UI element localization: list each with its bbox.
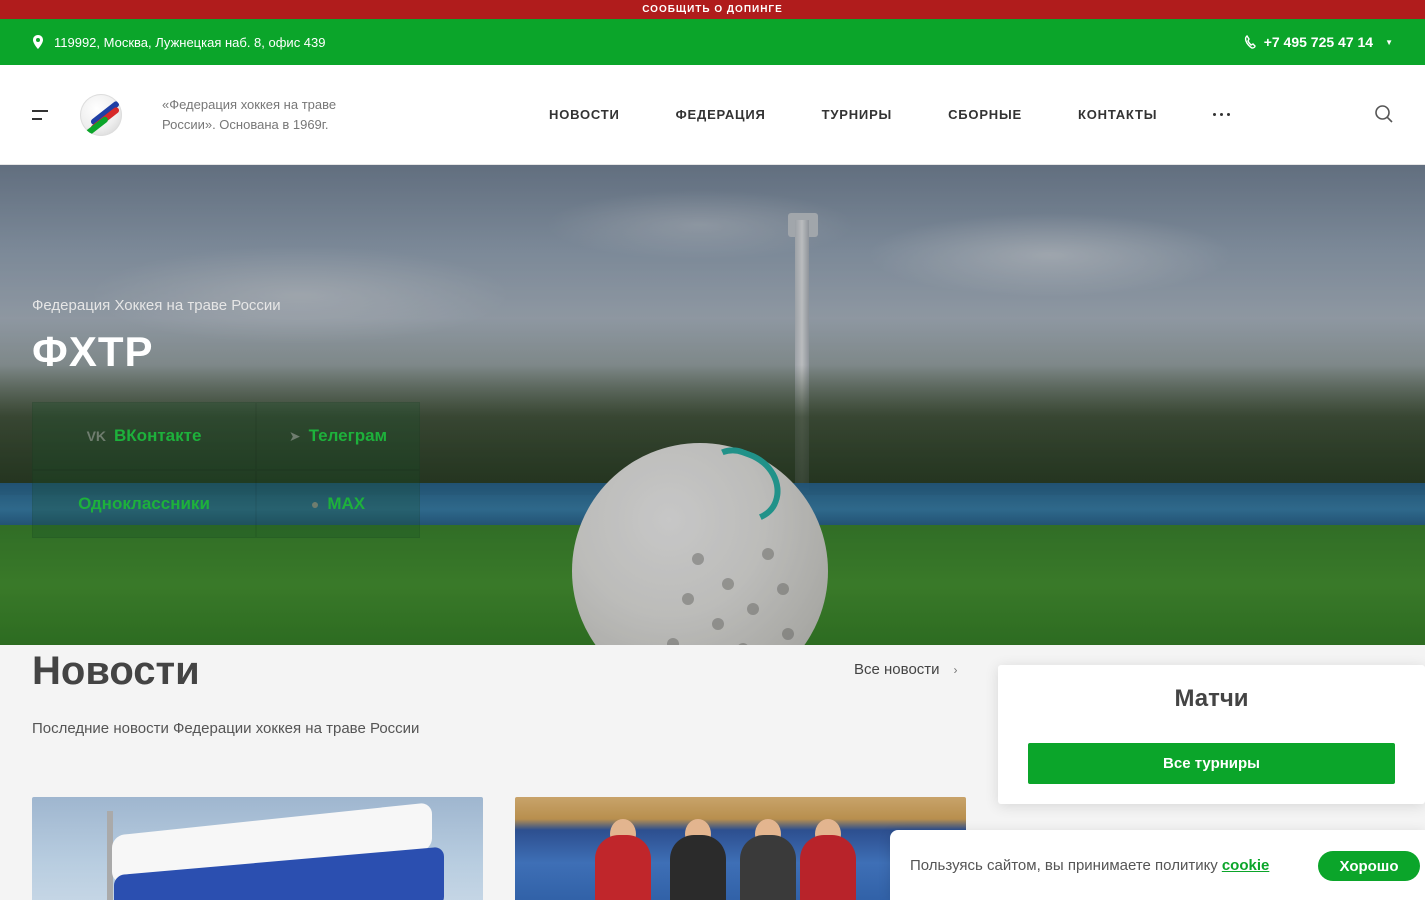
search-icon[interactable] bbox=[1375, 105, 1393, 123]
phone-number[interactable]: +7 495 725 47 14 bbox=[1264, 34, 1373, 50]
address-text: 119992, Москва, Лужнецкая наб. 8, офис 4… bbox=[54, 34, 326, 50]
social-telegram-button[interactable]: ➤ Телеграм bbox=[256, 402, 420, 470]
news-heading: Новости bbox=[32, 649, 200, 693]
site-header: «Федерация хоккея на траве России». Осно… bbox=[0, 65, 1425, 165]
doping-report-bar[interactable]: СООБЩИТЬ О ДОПИНГЕ bbox=[0, 0, 1425, 19]
social-max-button[interactable]: ● MAX bbox=[256, 470, 420, 538]
news-card-image[interactable] bbox=[32, 797, 483, 900]
nav-tournaments[interactable]: ТУРНИРЫ bbox=[822, 107, 892, 122]
cookie-banner: Пользуясь сайтом, вы принимаете политику… bbox=[890, 830, 1425, 900]
location-pin-icon bbox=[33, 35, 43, 49]
chevron-down-icon[interactable]: ▼ bbox=[1385, 38, 1393, 47]
hero-banner: Федерация Хоккея на траве России ФХТР VK… bbox=[0, 165, 1425, 645]
social-links: VK ВКонтакте ➤ Телеграм Одноклассники ● MAX bbox=[32, 402, 420, 538]
all-tournaments-button[interactable]: Все турниры bbox=[1028, 743, 1395, 784]
cookie-accept-button[interactable]: Хорошо bbox=[1318, 851, 1420, 881]
vk-icon: VK bbox=[86, 428, 107, 444]
nav-news[interactable]: НОВОСТИ bbox=[549, 107, 620, 122]
telegram-icon: ➤ bbox=[288, 427, 301, 444]
matches-title: Матчи bbox=[1174, 685, 1249, 712]
social-vk-button[interactable]: VK ВКонтакте bbox=[32, 402, 256, 470]
news-subtitle: Последние новости Федерации хоккея на тр… bbox=[32, 720, 420, 737]
phone-block[interactable]: +7 495 725 47 14 ▼ bbox=[1244, 34, 1393, 50]
doping-report-link[interactable]: СООБЩИТЬ О ДОПИНГЕ bbox=[642, 4, 783, 15]
menu-burger-icon[interactable] bbox=[32, 109, 48, 120]
main-nav: НОВОСТИ ФЕДЕРАЦИЯ ТУРНИРЫ СБОРНЫЕ КОНТАК… bbox=[549, 65, 1231, 164]
hero-content: Федерация Хоккея на траве России ФХТР VK… bbox=[32, 297, 420, 538]
chevron-right-icon: › bbox=[953, 662, 958, 677]
site-tagline: «Федерация хоккея на траве России». Осно… bbox=[162, 96, 337, 132]
nav-federation[interactable]: ФЕДЕРАЦИЯ bbox=[676, 107, 766, 122]
address-block: 119992, Москва, Лужнецкая наб. 8, офис 4… bbox=[32, 35, 326, 50]
nav-contacts[interactable]: КОНТАКТЫ bbox=[1078, 107, 1157, 122]
hero-title: ФХТР bbox=[32, 328, 154, 375]
social-ok-button[interactable]: Одноклассники bbox=[32, 470, 256, 538]
max-icon: ● bbox=[310, 496, 320, 512]
phone-icon bbox=[1244, 35, 1256, 49]
nav-teams[interactable]: СБОРНЫЕ bbox=[948, 107, 1022, 122]
contact-bar: 119992, Москва, Лужнецкая наб. 8, офис 4… bbox=[0, 19, 1425, 65]
matches-widget: Матчи Все турниры bbox=[998, 665, 1425, 804]
all-news-link[interactable]: Все новости › bbox=[854, 661, 958, 678]
cookie-text: Пользуясь сайтом, вы принимаете политику bbox=[910, 856, 1218, 874]
federation-logo[interactable] bbox=[80, 93, 122, 136]
more-dots-icon[interactable] bbox=[1213, 113, 1231, 116]
hero-subtitle: Федерация Хоккея на траве России bbox=[32, 297, 281, 314]
cookie-policy-link[interactable]: cookie bbox=[1222, 857, 1270, 874]
